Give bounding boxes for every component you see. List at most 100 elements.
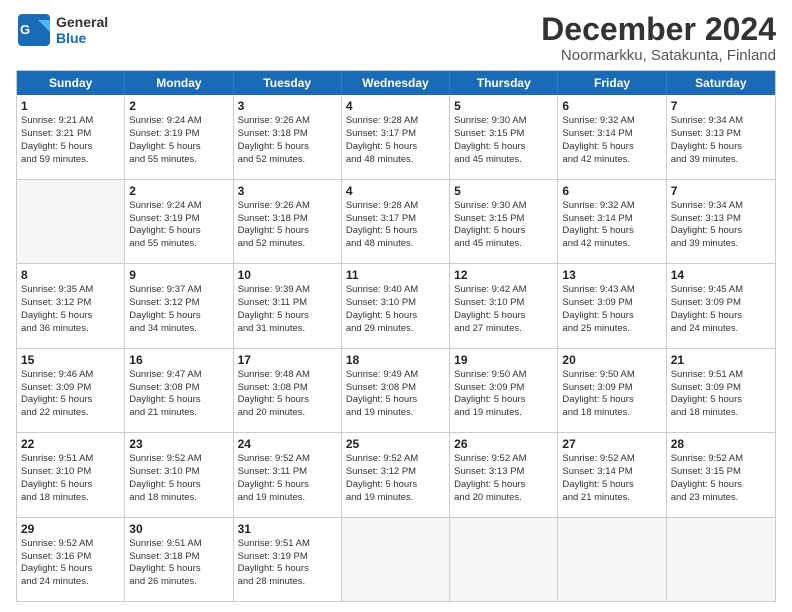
day-info-line: Daylight: 5 hours (238, 310, 337, 323)
day-cell-3: 3Sunrise: 9:26 AMSunset: 3:18 PMDaylight… (234, 180, 342, 263)
day-info-line: Daylight: 5 hours (238, 479, 337, 492)
day-cell-25: 25Sunrise: 9:52 AMSunset: 3:12 PMDayligh… (342, 433, 450, 516)
day-info-line: Sunset: 3:12 PM (129, 297, 228, 310)
day-info-line: Sunrise: 9:52 AM (129, 453, 228, 466)
day-info-line: Sunset: 3:21 PM (21, 128, 120, 141)
day-info-line: Daylight: 5 hours (129, 394, 228, 407)
day-info-line: Daylight: 5 hours (454, 394, 553, 407)
day-info-line: and 36 minutes. (21, 323, 120, 336)
calendar-row: 29Sunrise: 9:52 AMSunset: 3:16 PMDayligh… (17, 517, 775, 601)
day-info-line: and 18 minutes. (129, 492, 228, 505)
day-info-line: Sunset: 3:19 PM (238, 551, 337, 564)
subtitle: Noormarkku, Satakunta, Finland (541, 47, 776, 64)
day-number: 9 (129, 267, 228, 283)
day-info-line: Daylight: 5 hours (671, 394, 771, 407)
day-info-line: and 19 minutes. (346, 492, 445, 505)
day-info-line: Daylight: 5 hours (238, 394, 337, 407)
day-info-line: Sunset: 3:08 PM (129, 382, 228, 395)
day-cell-1: 1Sunrise: 9:21 AMSunset: 3:21 PMDaylight… (17, 95, 125, 178)
day-info-line: Sunrise: 9:45 AM (671, 284, 771, 297)
day-number: 19 (454, 352, 553, 368)
day-number: 26 (454, 436, 553, 452)
day-info-line: Sunrise: 9:34 AM (671, 200, 771, 213)
day-cell-29: 29Sunrise: 9:52 AMSunset: 3:16 PMDayligh… (17, 518, 125, 601)
day-info-line: and 25 minutes. (562, 323, 661, 336)
day-info-line: Daylight: 5 hours (562, 394, 661, 407)
day-info-line: and 27 minutes. (454, 323, 553, 336)
day-info-line: and 48 minutes. (346, 154, 445, 167)
day-cell-20: 20Sunrise: 9:50 AMSunset: 3:09 PMDayligh… (558, 349, 666, 432)
day-cell-21: 21Sunrise: 9:51 AMSunset: 3:09 PMDayligh… (667, 349, 775, 432)
day-info-line: Sunrise: 9:52 AM (671, 453, 771, 466)
day-info-line: and 20 minutes. (238, 407, 337, 420)
day-info-line: Sunrise: 9:51 AM (238, 538, 337, 551)
day-info-line: and 24 minutes. (21, 576, 120, 589)
day-cell-30: 30Sunrise: 9:51 AMSunset: 3:18 PMDayligh… (125, 518, 233, 601)
day-info-line: Daylight: 5 hours (346, 394, 445, 407)
day-info-line: Sunset: 3:09 PM (454, 382, 553, 395)
day-number: 8 (21, 267, 120, 283)
day-cell-4: 4Sunrise: 9:28 AMSunset: 3:17 PMDaylight… (342, 95, 450, 178)
day-info-line: Sunrise: 9:24 AM (129, 200, 228, 213)
day-info-line: Sunset: 3:09 PM (562, 382, 661, 395)
day-info-line: Daylight: 5 hours (21, 563, 120, 576)
day-info-line: Sunrise: 9:52 AM (562, 453, 661, 466)
day-number: 10 (238, 267, 337, 283)
day-info-line: Daylight: 5 hours (562, 479, 661, 492)
day-number: 13 (562, 267, 661, 283)
day-cell-19: 19Sunrise: 9:50 AMSunset: 3:09 PMDayligh… (450, 349, 558, 432)
calendar-row: 15Sunrise: 9:46 AMSunset: 3:09 PMDayligh… (17, 348, 775, 432)
day-info-line: Sunset: 3:09 PM (562, 297, 661, 310)
day-number: 30 (129, 521, 228, 537)
day-cell-28: 28Sunrise: 9:52 AMSunset: 3:15 PMDayligh… (667, 433, 775, 516)
day-number: 2 (129, 98, 228, 114)
logo-text: GeneralBlue (56, 14, 108, 46)
day-info-line: Daylight: 5 hours (346, 225, 445, 238)
day-number: 24 (238, 436, 337, 452)
day-info-line: Sunset: 3:14 PM (562, 466, 661, 479)
day-info-line: Sunrise: 9:39 AM (238, 284, 337, 297)
title-block: December 2024 Noormarkku, Satakunta, Fin… (541, 12, 776, 64)
day-info-line: Daylight: 5 hours (454, 479, 553, 492)
day-info-line: Sunrise: 9:46 AM (21, 369, 120, 382)
day-info-line: Sunset: 3:17 PM (346, 213, 445, 226)
empty-cell (450, 518, 558, 601)
day-info-line: Sunset: 3:15 PM (454, 213, 553, 226)
day-cell-5: 5Sunrise: 9:30 AMSunset: 3:15 PMDaylight… (450, 95, 558, 178)
day-info-line: Daylight: 5 hours (21, 479, 120, 492)
day-info-line: Sunset: 3:14 PM (562, 213, 661, 226)
day-number: 31 (238, 521, 337, 537)
day-info-line: Sunset: 3:16 PM (21, 551, 120, 564)
empty-cell (17, 180, 125, 263)
day-info-line: Daylight: 5 hours (671, 479, 771, 492)
day-number: 20 (562, 352, 661, 368)
day-cell-10: 10Sunrise: 9:39 AMSunset: 3:11 PMDayligh… (234, 264, 342, 347)
day-number: 6 (562, 183, 661, 199)
day-info-line: and 45 minutes. (454, 154, 553, 167)
day-info-line: Sunset: 3:11 PM (238, 466, 337, 479)
day-number: 14 (671, 267, 771, 283)
day-info-line: Daylight: 5 hours (562, 225, 661, 238)
main-title: December 2024 (541, 12, 776, 47)
day-info-line: Sunset: 3:17 PM (346, 128, 445, 141)
day-number: 1 (21, 98, 120, 114)
day-cell-6: 6Sunrise: 9:32 AMSunset: 3:14 PMDaylight… (558, 180, 666, 263)
weekday-header-thursday: Thursday (450, 71, 558, 95)
day-info-line: Daylight: 5 hours (238, 225, 337, 238)
day-number: 2 (129, 183, 228, 199)
day-info-line: and 59 minutes. (21, 154, 120, 167)
day-info-line: Daylight: 5 hours (346, 479, 445, 492)
calendar-body: 1Sunrise: 9:21 AMSunset: 3:21 PMDaylight… (17, 95, 775, 601)
day-info-line: Daylight: 5 hours (129, 479, 228, 492)
day-info-line: Sunrise: 9:50 AM (454, 369, 553, 382)
day-info-line: and 20 minutes. (454, 492, 553, 505)
svg-text:G: G (20, 22, 30, 37)
day-info-line: Sunrise: 9:28 AM (346, 200, 445, 213)
day-info-line: and 22 minutes. (21, 407, 120, 420)
day-info-line: Sunset: 3:10 PM (454, 297, 553, 310)
day-cell-22: 22Sunrise: 9:51 AMSunset: 3:10 PMDayligh… (17, 433, 125, 516)
day-info-line: Sunset: 3:13 PM (671, 128, 771, 141)
day-info-line: and 18 minutes. (671, 407, 771, 420)
calendar-row: 1Sunrise: 9:21 AMSunset: 3:21 PMDaylight… (17, 95, 775, 178)
day-cell-27: 27Sunrise: 9:52 AMSunset: 3:14 PMDayligh… (558, 433, 666, 516)
